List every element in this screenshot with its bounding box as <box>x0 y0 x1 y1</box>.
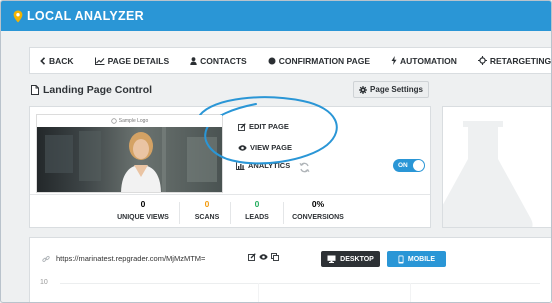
thumbnail-header: Sample Logo <box>37 115 222 127</box>
nav-automation-label: AUTOMATION <box>400 55 457 66</box>
copy-icon[interactable] <box>271 253 279 261</box>
stat-label: LEADS <box>245 214 269 221</box>
nav-back-label: BACK <box>49 55 74 66</box>
edit-icon[interactable] <box>248 253 256 261</box>
chart-y-tick: 10 <box>40 279 48 286</box>
chart-gridline-vertical <box>258 283 259 302</box>
file-icon <box>31 85 39 95</box>
page-url[interactable]: https://marinatest.repgrader.com/MjMzMTM… <box>56 254 205 263</box>
nav-retargeting-label: RETARGETING <box>489 55 552 66</box>
user-icon <box>190 56 197 65</box>
circle-icon <box>268 57 276 64</box>
stats-divider <box>30 194 430 195</box>
nav-confirmation-page[interactable]: CONFIRMATION PAGE <box>268 56 370 66</box>
stat-label: UNIQUE VIEWS <box>117 214 169 221</box>
analytics-label: ANALYTICS <box>248 161 291 170</box>
desktop-label: DESKTOP <box>340 255 374 263</box>
chart-gridline <box>60 283 540 284</box>
nav-contacts[interactable]: CONTACTS <box>190 56 247 66</box>
stats-row: 0 UNIQUE VIEWS 0 SCANS 0 LEADS 0% CONVER… <box>30 199 430 227</box>
app-title: LOCAL ANALYZER <box>27 9 144 23</box>
stat-leads: 0 LEADS <box>227 199 287 221</box>
refresh-icon[interactable] <box>299 160 310 178</box>
url-panel: https://marinatest.repgrader.com/MjMzMTM… <box>29 237 551 302</box>
landing-page-card: Sample Logo EDIT PAGE VIEW PAGE ANALYTIC… <box>29 106 431 228</box>
analytics-toggle[interactable]: ON <box>393 159 425 172</box>
thumbnail-caption: Sample Logo <box>118 118 149 124</box>
eye-icon <box>238 144 247 151</box>
page-settings-label: Page Settings <box>370 85 423 94</box>
nav-contacts-label: CONTACTS <box>200 55 247 66</box>
stat-unique-views: 0 UNIQUE VIEWS <box>113 199 173 221</box>
chart-gridline-vertical <box>410 283 411 302</box>
stat-value: 0 <box>254 199 260 209</box>
page-nav: BACK PAGE DETAILS CONTACTS CONFIRMATION … <box>29 47 552 74</box>
nav-confirmation-label: CONFIRMATION PAGE <box>278 55 371 66</box>
logo-placeholder-icon <box>111 118 117 124</box>
stat-label: CONVERSIONS <box>292 214 344 221</box>
page-title: Landing Page Control <box>31 84 152 96</box>
crosshair-icon <box>477 56 487 65</box>
bar-chart-icon <box>236 162 245 170</box>
eye-icon[interactable] <box>259 254 268 260</box>
location-pin-icon <box>13 10 23 23</box>
nav-page-details[interactable]: PAGE DETAILS <box>94 55 170 66</box>
toggle-label: ON <box>398 162 408 169</box>
chevron-left-icon <box>40 56 46 65</box>
view-page-link[interactable]: VIEW PAGE <box>238 142 292 153</box>
desktop-view-button[interactable]: DESKTOP <box>321 251 380 267</box>
stat-conversions: 0% CONVERSIONS <box>288 199 348 221</box>
thumbnail-photo <box>37 127 222 192</box>
phone-icon <box>398 255 404 263</box>
page-title-text: Landing Page Control <box>43 84 153 96</box>
toggle-knob <box>413 160 424 171</box>
gear-icon <box>359 85 368 94</box>
nav-retargeting[interactable]: RETARGETING <box>477 55 552 66</box>
monitor-icon <box>327 255 336 263</box>
stat-value: 0% <box>311 199 325 209</box>
side-panel <box>442 106 551 228</box>
bolt-icon <box>391 56 397 65</box>
edit-page-label: EDIT PAGE <box>249 122 289 131</box>
flask-icon <box>443 121 533 227</box>
stat-separator <box>283 202 284 224</box>
view-page-label: VIEW PAGE <box>250 143 292 152</box>
nav-page-details-label: PAGE DETAILS <box>107 55 170 66</box>
top-bar: LOCAL ANALYZER <box>1 1 551 31</box>
nav-automation[interactable]: AUTOMATION <box>391 56 457 66</box>
line-chart-icon <box>94 57 105 65</box>
stat-value: 0 <box>140 199 146 209</box>
mobile-label: MOBILE <box>407 255 436 263</box>
edit-icon <box>238 122 246 131</box>
url-actions <box>248 253 282 261</box>
nav-back[interactable]: BACK <box>40 56 74 66</box>
mobile-view-button[interactable]: MOBILE <box>387 251 446 267</box>
analytics-row: ANALYTICS <box>236 161 290 170</box>
page-thumbnail[interactable]: Sample Logo <box>36 114 223 193</box>
page-url-row: https://marinatest.repgrader.com/MjMzMTM… <box>42 254 205 263</box>
page-settings-button[interactable]: Page Settings <box>353 81 429 98</box>
app-frame: LOCAL ANALYZER BACK PAGE DETAILS CONTACT… <box>0 0 552 303</box>
edit-page-link[interactable]: EDIT PAGE <box>238 121 292 132</box>
link-icon <box>42 255 50 262</box>
